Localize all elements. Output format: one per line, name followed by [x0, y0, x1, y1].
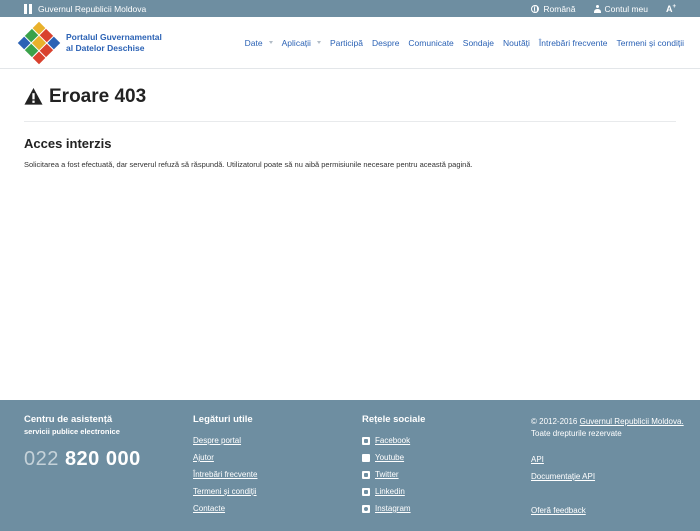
- feedback-link[interactable]: Oferă feedback: [531, 506, 586, 515]
- main-content: Eroare 403 Acces interzis Solicitarea a …: [0, 69, 700, 169]
- facebook-icon: [362, 436, 370, 445]
- language-selector[interactable]: Română: [531, 3, 576, 14]
- social-link-1[interactable]: Youtube: [362, 452, 425, 463]
- social-label: Linkedin: [375, 487, 405, 496]
- footer-link-0[interactable]: Despre portal: [193, 435, 257, 446]
- useful-links-title: Legături utile: [193, 414, 253, 425]
- cube-logo-icon: [17, 21, 61, 64]
- copyright-text: © 2012-2016: [531, 417, 578, 426]
- nav-item-6[interactable]: Noutăți: [503, 38, 530, 48]
- useful-links-list: Despre portal Ajutor Întrebări frecvente Te…: [193, 435, 257, 514]
- site-logo[interactable]: Portalul Guvernamental al Datelor Deschi…: [17, 21, 162, 64]
- twitter-icon: [362, 470, 370, 479]
- social-link-4[interactable]: Instagram: [362, 503, 425, 514]
- nav-label: Despre: [372, 37, 400, 48]
- social-title: Rețele sociale: [362, 414, 426, 425]
- nav-label: Participă: [329, 37, 364, 48]
- logo-line-2: al Datelor Deschise: [66, 42, 145, 53]
- support-subtitle: servicii publice electronice: [24, 427, 120, 436]
- api-link[interactable]: API: [531, 455, 544, 464]
- account-link[interactable]: Contul meu: [593, 3, 648, 14]
- social-label: Facebook: [375, 436, 411, 445]
- font-size-button[interactable]: A+: [666, 4, 676, 14]
- nav-item-2[interactable]: Participă: [330, 38, 363, 48]
- nav-item-4[interactable]: Comunicate: [408, 38, 453, 48]
- legal-column: © 2012-2016 Guvernul Republicii Moldova.…: [531, 414, 684, 517]
- section-title: Acces interzis: [24, 136, 112, 151]
- social-label: Youtube: [375, 453, 405, 462]
- social-link-3[interactable]: Linkedin: [362, 486, 425, 497]
- social-link-0[interactable]: Facebook: [362, 435, 425, 446]
- gov-footer-link[interactable]: Guvernul Republicii Moldova.: [580, 417, 684, 426]
- rights-text: Toate drepturile rezervate: [531, 429, 622, 438]
- nav-label: Date: [244, 37, 263, 48]
- logo-line-1: Portalul Guvernamental: [66, 31, 162, 42]
- youtube-icon: [362, 453, 370, 462]
- error-heading: Eroare 403: [24, 69, 676, 122]
- nav-label: Termeni și condiții: [616, 37, 684, 48]
- footer-link-3[interactable]: Termeni și condiții: [193, 486, 257, 497]
- gov-title: Guvernul Republicii Moldova: [38, 3, 147, 14]
- social-label: Instagram: [375, 504, 411, 513]
- support-title: Centru de asistență: [24, 414, 113, 425]
- nav-label: Comunicate: [408, 37, 454, 48]
- gov-brand[interactable]: Guvernul Republicii Moldova: [24, 3, 147, 14]
- chevron-down-icon: [268, 41, 273, 44]
- language-label: Română: [543, 3, 576, 14]
- font-size-plus: +: [672, 3, 676, 10]
- user-icon: [593, 4, 601, 13]
- moldova-emblem-icon: [24, 3, 32, 14]
- api-docs-link[interactable]: Documentație API: [531, 472, 595, 481]
- useful-links-column: Legături utile Despre portal Ajutor Întreb…: [193, 414, 257, 520]
- nav-label: Noutăți: [502, 37, 530, 48]
- social-column: Rețele sociale Facebook Youtube Twitter Lin…: [362, 414, 425, 520]
- chevron-down-icon: [316, 41, 321, 44]
- warning-icon: [24, 87, 43, 106]
- social-links-list: Facebook Youtube Twitter Linkedin Instagram: [362, 435, 425, 514]
- account-label: Contul meu: [604, 3, 648, 14]
- main-nav: Date Aplicații Participă Despre Comunicate So…: [245, 38, 684, 48]
- nav-item-3[interactable]: Despre: [372, 38, 399, 48]
- page-title: Eroare 403: [49, 85, 147, 107]
- support-column: Centru de asistență servicii publice ele…: [24, 414, 141, 471]
- nav-label: Aplicații: [281, 37, 311, 48]
- nav-item-5[interactable]: Sondaje: [463, 38, 494, 48]
- footer-link-4[interactable]: Contacte: [193, 503, 257, 514]
- linkedin-icon: [362, 487, 370, 496]
- section-text: Solicitarea a fost efectuată, dar server…: [24, 160, 473, 169]
- site-header: Portalul Guvernamental al Datelor Deschi…: [0, 17, 700, 69]
- instagram-icon: [362, 504, 370, 513]
- nav-item-0[interactable]: Date: [245, 38, 273, 48]
- phone-prefix: 022: [24, 448, 59, 470]
- nav-item-7[interactable]: Întrebări frecvente: [539, 38, 608, 48]
- gov-bar: Guvernul Republicii Moldova Română Contu…: [0, 0, 700, 17]
- nav-label: Sondaje: [462, 37, 494, 48]
- footer-link-1[interactable]: Ajutor: [193, 452, 257, 463]
- globe-icon: [531, 4, 540, 13]
- nav-item-1[interactable]: Aplicații: [282, 38, 321, 48]
- nav-item-8[interactable]: Termeni și condiții: [616, 38, 684, 48]
- site-footer: Centru de asistență servicii publice ele…: [0, 400, 700, 531]
- phone-number: 820 000: [64, 448, 141, 470]
- social-link-2[interactable]: Twitter: [362, 469, 425, 480]
- social-label: Twitter: [375, 470, 399, 479]
- nav-label: Întrebări frecvente: [538, 37, 608, 48]
- footer-link-2[interactable]: Întrebări frecvente: [193, 469, 257, 480]
- support-phone[interactable]: 022 820 000: [24, 448, 141, 471]
